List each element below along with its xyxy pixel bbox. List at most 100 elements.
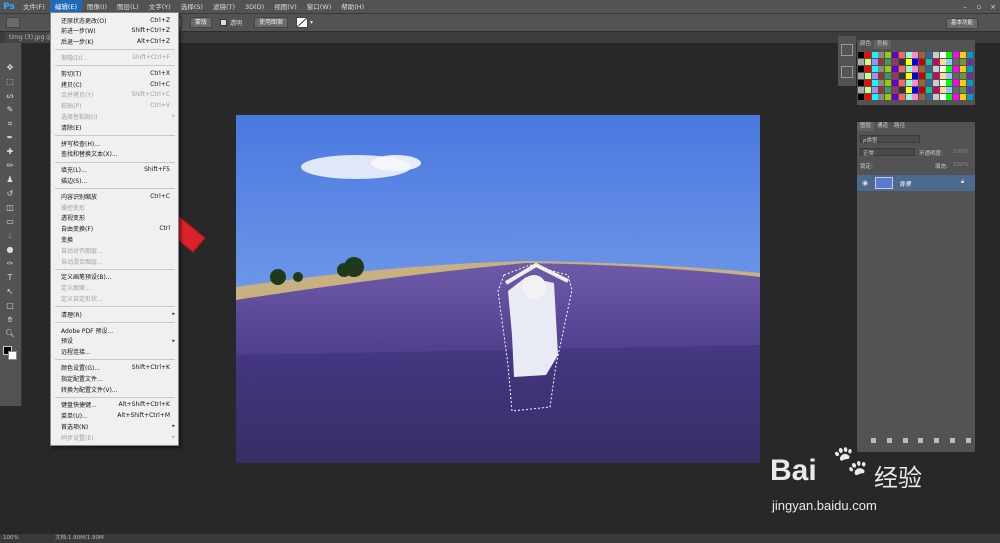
hand-tool-icon[interactable]: ✋︎: [4, 315, 16, 325]
edit-menu-item-35[interactable]: 远程连接...: [51, 347, 178, 357]
maximize-button[interactable]: ▫: [972, 0, 986, 14]
swatch-cell[interactable]: [926, 73, 932, 79]
swatch-cell[interactable]: [932, 87, 939, 93]
swatch-cell[interactable]: [960, 59, 966, 65]
swatch-cell[interactable]: [919, 80, 926, 86]
swatch-cell[interactable]: [892, 73, 898, 79]
fill-value[interactable]: 100%: [953, 162, 969, 168]
swatch-cell[interactable]: [905, 59, 912, 65]
swatch-cell[interactable]: [885, 66, 892, 72]
pattern-swatch[interactable]: [296, 17, 308, 28]
swatch-cell[interactable]: [926, 80, 932, 86]
swatch-cell[interactable]: [912, 94, 919, 100]
swatch-cell[interactable]: [953, 87, 960, 93]
swatch-cell[interactable]: [871, 87, 878, 93]
swatch-cell[interactable]: [878, 52, 885, 58]
swatch-cell[interactable]: [919, 66, 926, 72]
background-color-swatch[interactable]: [8, 351, 17, 360]
swatch-cell[interactable]: [898, 59, 905, 65]
swatch-cell[interactable]: [966, 52, 973, 58]
swatch-cell[interactable]: [946, 66, 953, 72]
swatch-cell[interactable]: [905, 94, 912, 100]
swatch-cell[interactable]: [926, 52, 932, 58]
swatch-cell[interactable]: [878, 59, 885, 65]
swatch-cell[interactable]: [919, 87, 926, 93]
edit-menu-item-2[interactable]: 后退一步(K) Alt+Ctrl+Z: [51, 37, 178, 47]
swatch-cell[interactable]: [878, 80, 885, 86]
swatch-cell[interactable]: [871, 94, 878, 100]
menu-item-7[interactable]: 3D(D): [240, 0, 269, 14]
swatch-cell[interactable]: [912, 73, 919, 79]
minimize-button[interactable]: –: [958, 0, 972, 14]
swatch-cell[interactable]: [905, 66, 912, 72]
edit-menu-item-6[interactable]: 剪切(T) Ctrl+X: [51, 68, 178, 78]
edit-menu-item-22[interactable]: 自由变换(F) Ctrl: [51, 224, 178, 234]
swatch-cell[interactable]: [926, 94, 932, 100]
brush-tool-icon[interactable]: ✏: [4, 161, 16, 171]
swatch-cell[interactable]: [858, 87, 864, 93]
swatch-cell[interactable]: [864, 59, 871, 65]
swatch-cell[interactable]: [939, 52, 946, 58]
swatch-cell[interactable]: [885, 52, 892, 58]
swatch-cell[interactable]: [892, 52, 898, 58]
healing-tool-icon[interactable]: ✚: [4, 147, 16, 157]
lasso-tool-icon[interactable]: ᔕ: [4, 91, 16, 101]
swatch-cell[interactable]: [946, 87, 953, 93]
swatch-cell[interactable]: [885, 59, 892, 65]
swatch-cell[interactable]: [878, 66, 885, 72]
swatch-cell[interactable]: [939, 87, 946, 93]
edit-menu-item-16[interactable]: 填充(L)... Shift+F5: [51, 165, 178, 175]
swatch-cell[interactable]: [966, 94, 973, 100]
swatch-cell[interactable]: [864, 94, 871, 100]
swatch-cell[interactable]: [932, 59, 939, 65]
swatch-cell[interactable]: [926, 59, 932, 65]
crop-tool-icon[interactable]: ⌗: [4, 119, 16, 129]
transparent-checkbox[interactable]: [220, 19, 227, 26]
edit-menu-item-13[interactable]: 拼写检查(H)...: [51, 138, 178, 148]
swatch-cell[interactable]: [960, 87, 966, 93]
swatch-cell[interactable]: [953, 94, 960, 100]
swatch-cell[interactable]: [858, 59, 864, 65]
swatch-cell[interactable]: [919, 73, 926, 79]
history-icon[interactable]: [841, 44, 853, 56]
swatch-cell[interactable]: [912, 87, 919, 93]
swatch-cell[interactable]: [885, 94, 892, 100]
swatch-cell[interactable]: [878, 87, 885, 93]
swatch-cell[interactable]: [960, 94, 966, 100]
swatch-cell[interactable]: [892, 94, 898, 100]
close-button[interactable]: ×: [986, 0, 1000, 14]
use-pattern-button[interactable]: 使用图案: [254, 17, 289, 28]
swatch-cell[interactable]: [898, 80, 905, 86]
swatch-cell[interactable]: [858, 52, 864, 58]
swatch-cell[interactable]: [898, 73, 905, 79]
eraser-tool-icon[interactable]: ◫: [4, 203, 16, 213]
swatch-cell[interactable]: [966, 66, 973, 72]
swatch-cell[interactable]: [946, 59, 953, 65]
swatch-cell[interactable]: [960, 73, 966, 79]
swatch-cell[interactable]: [898, 94, 905, 100]
stamp-tool-icon[interactable]: ♟: [4, 175, 16, 185]
swatch-cell[interactable]: [858, 94, 864, 100]
edit-menu-item-17[interactable]: 描边(S)...: [51, 175, 178, 185]
trash-icon[interactable]: [965, 438, 971, 443]
menu-item-5[interactable]: 选择(S): [176, 0, 208, 14]
swatch-cell[interactable]: [885, 80, 892, 86]
swatch-cell[interactable]: [953, 52, 960, 58]
swatch-cell[interactable]: [878, 94, 885, 100]
menu-item-6[interactable]: 滤镜(T): [208, 0, 240, 14]
edit-menu-item-42[interactable]: 菜单(U)... Alt+Shift+Ctrl+M: [51, 411, 178, 421]
edit-menu-item-21[interactable]: 透视变形: [51, 213, 178, 223]
document-canvas[interactable]: [236, 115, 760, 463]
swatch-cell[interactable]: [932, 73, 939, 79]
menu-item-10[interactable]: 帮助(H): [336, 0, 369, 14]
edit-menu-item-27[interactable]: 定义画笔预设(B)...: [51, 272, 178, 282]
move-tool-icon[interactable]: ✥: [4, 63, 16, 73]
edit-menu-item-23[interactable]: 变换: [51, 234, 178, 244]
swatch-cell[interactable]: [932, 52, 939, 58]
brush-preset-icon[interactable]: [6, 17, 20, 28]
swatch-cell[interactable]: [912, 80, 919, 86]
swatch-cell[interactable]: [926, 66, 932, 72]
edit-menu-item-1[interactable]: 前进一步(W) Shift+Ctrl+Z: [51, 26, 178, 36]
swatch-cell[interactable]: [905, 87, 912, 93]
swatch-cell[interactable]: [932, 66, 939, 72]
